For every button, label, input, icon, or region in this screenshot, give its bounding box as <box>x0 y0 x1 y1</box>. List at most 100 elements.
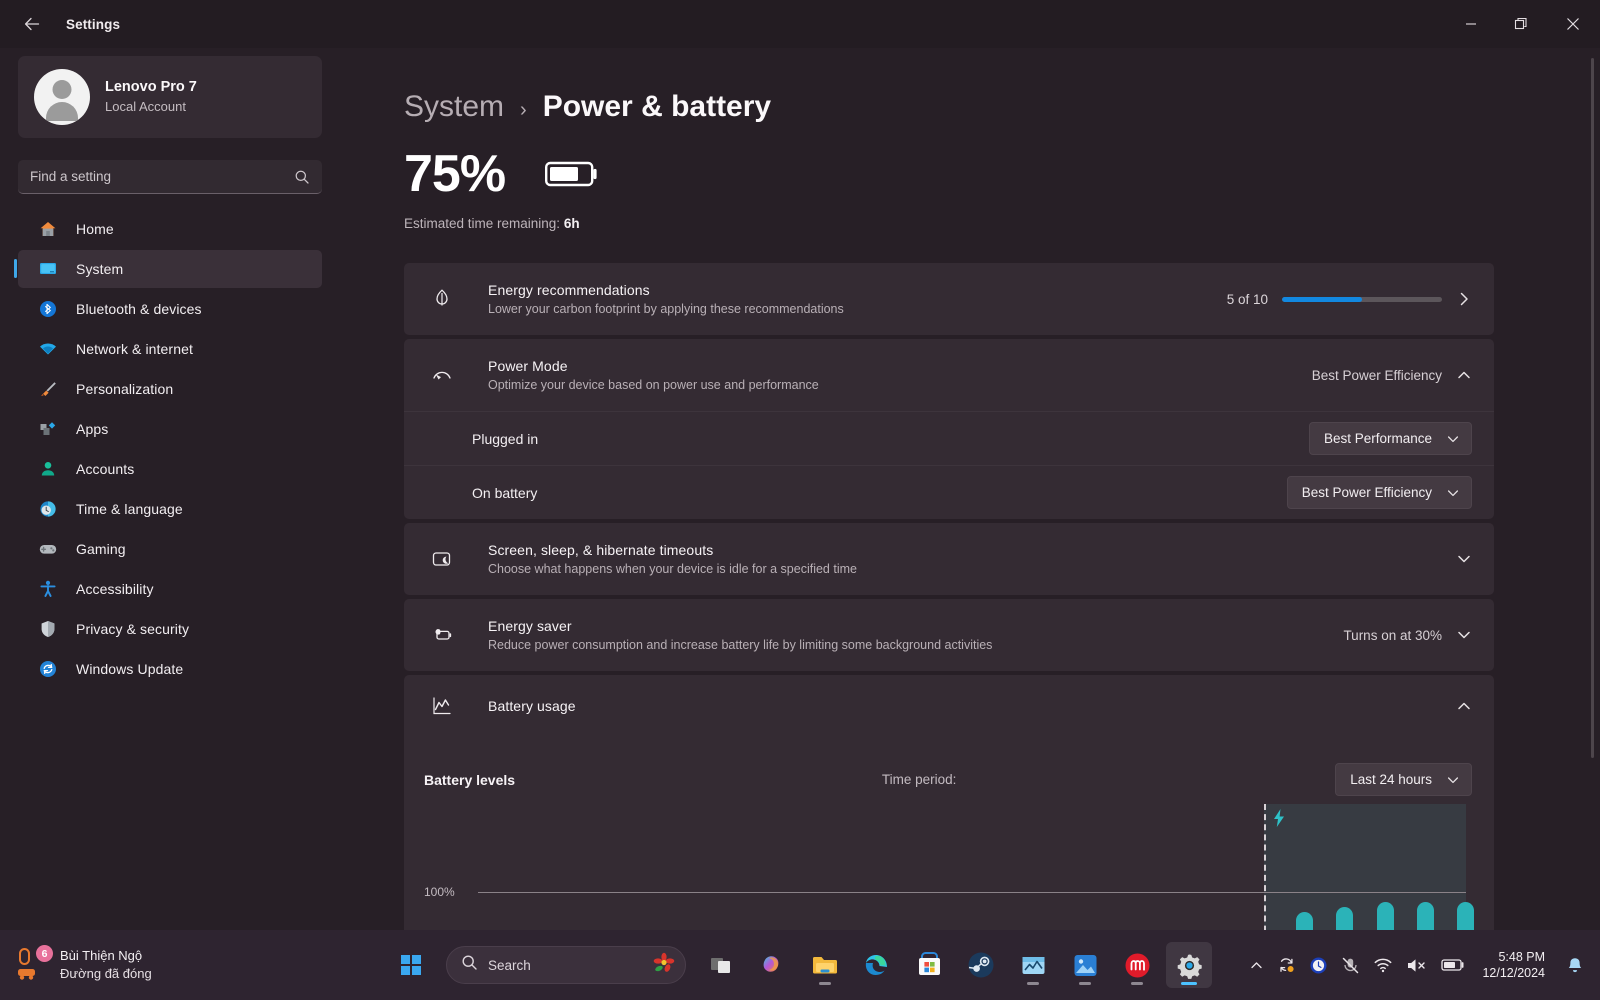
wifi-icon[interactable] <box>1373 955 1393 975</box>
sidebar-item-bluetooth[interactable]: Bluetooth & devices <box>18 290 322 328</box>
sidebar-item-privacy-security[interactable]: Privacy & security <box>18 610 322 648</box>
row-label: On battery <box>472 484 538 501</box>
show-hidden-icons-chevron[interactable] <box>1249 958 1264 973</box>
chart-bars <box>478 842 1475 930</box>
taskbar-widget[interactable]: 6 Bùi Thiện Ngộ Đường đã đóng <box>0 945 420 983</box>
sidebar-item-apps[interactable]: Apps <box>18 410 322 448</box>
sidebar-item-label: Gaming <box>76 541 126 557</box>
row-label: Plugged in <box>472 430 539 447</box>
notification-bell-icon[interactable] <box>1566 956 1584 975</box>
active-indicator <box>1181 982 1197 985</box>
recommendations-progress-bar <box>1282 296 1442 302</box>
running-indicator <box>1027 982 1039 985</box>
file-explorer-icon[interactable] <box>802 942 848 988</box>
card-screen-sleep-timeouts[interactable]: Screen, sleep, & hibernate timeouts Choo… <box>404 523 1494 595</box>
clock-globe-icon <box>37 498 59 520</box>
screen-sleep-icon <box>424 547 460 571</box>
sidebar-search[interactable] <box>18 160 322 194</box>
system-monitor-icon <box>37 258 59 280</box>
tray-date: 12/12/2024 <box>1482 966 1545 980</box>
copilot-icon[interactable] <box>750 942 796 988</box>
red-app-icon[interactable] <box>1114 942 1160 988</box>
sidebar-item-personalization[interactable]: Personalization <box>18 370 322 408</box>
widget-line-2: Đường đã đóng <box>60 966 152 981</box>
chevron-down-icon <box>1446 486 1460 500</box>
plugged-in-dropdown[interactable]: Best Performance <box>1308 422 1472 455</box>
card-battery-usage[interactable]: Battery usage Battery levels Time period… <box>404 675 1494 930</box>
dropdown-value: Last 24 hours <box>1350 772 1432 787</box>
breadcrumb-parent[interactable]: System <box>404 90 504 124</box>
search-icon <box>294 169 310 185</box>
charts-app-icon[interactable] <box>1010 942 1056 988</box>
time-period-dropdown[interactable]: Last 24 hours <box>1335 763 1472 796</box>
running-indicator <box>1131 982 1143 985</box>
minimize-button[interactable] <box>1446 0 1496 48</box>
sidebar-item-home[interactable]: Home <box>18 210 322 248</box>
windows-start-icon[interactable] <box>388 942 434 988</box>
home-icon <box>37 218 59 240</box>
running-indicator <box>819 982 831 985</box>
microsoft-store-icon[interactable] <box>906 942 952 988</box>
on-battery-dropdown[interactable]: Best Power Efficiency <box>1286 476 1472 509</box>
clock-area[interactable]: 5:48 PM 12/12/2024 <box>1482 949 1545 982</box>
card-title: Power Mode <box>488 358 568 374</box>
edge-browser-icon[interactable] <box>854 942 900 988</box>
card-subtitle: Choose what happens when your device is … <box>488 562 857 576</box>
chevron-down-icon[interactable] <box>1456 627 1472 643</box>
traffic-widget-icon: 6 <box>16 945 53 983</box>
settings-window: Settings Lenovo Pro 7 Local Account Find… <box>0 0 1600 930</box>
running-indicator <box>1079 982 1091 985</box>
sidebar-item-time-language[interactable]: Time & language <box>18 490 322 528</box>
close-button[interactable] <box>1546 0 1600 48</box>
time-period-label: Time period: <box>881 772 957 787</box>
battery-75-icon <box>545 157 601 191</box>
sidebar-item-label: Network & internet <box>76 341 193 357</box>
sidebar-item-accessibility[interactable]: Accessibility <box>18 570 322 608</box>
search-icon <box>461 954 478 976</box>
accessibility-icon <box>37 578 59 600</box>
card-title: Screen, sleep, & hibernate timeouts <box>488 542 714 558</box>
chevron-down-icon[interactable] <box>1456 551 1472 567</box>
card-power-mode[interactable]: Power Mode Optimize your device based on… <box>404 339 1494 519</box>
battery-leaf-icon <box>424 623 460 647</box>
chart-bar <box>1417 902 1435 930</box>
microphone-muted-icon[interactable] <box>1341 956 1360 975</box>
back-button[interactable] <box>12 8 52 40</box>
sidebar-item-gaming[interactable]: Gaming <box>18 530 322 568</box>
chevron-up-icon[interactable] <box>1456 367 1472 383</box>
card-energy-recommendations[interactable]: Energy recommendations Lower your carbon… <box>404 263 1494 335</box>
sidebar-item-system[interactable]: System <box>14 250 322 288</box>
breadcrumb-separator: › <box>520 99 527 121</box>
photos-app-icon[interactable] <box>1062 942 1108 988</box>
onedrive-sync-icon[interactable] <box>1277 956 1296 975</box>
sidebar-item-label: System <box>76 261 124 277</box>
steam-icon[interactable] <box>958 942 1004 988</box>
battery-icon[interactable] <box>1441 957 1465 973</box>
card-subtitle: Lower your carbon footprint by applying … <box>488 302 844 316</box>
energy-saver-value: Turns on at 30% <box>1343 627 1442 643</box>
sidebar-item-network[interactable]: Network & internet <box>18 330 322 368</box>
settings-cards: Energy recommendations Lower your carbon… <box>404 263 1494 930</box>
clock-icon[interactable] <box>1309 956 1328 975</box>
chevron-right-icon[interactable] <box>1456 291 1472 307</box>
sidebar-item-windows-update[interactable]: Windows Update <box>18 650 322 688</box>
card-energy-saver[interactable]: Energy saver Reduce power consumption an… <box>404 599 1494 671</box>
task-view-icon[interactable] <box>698 942 744 988</box>
battery-percent: 75% <box>404 145 506 203</box>
taskbar-search[interactable]: Search <box>446 946 686 984</box>
chevron-up-icon[interactable] <box>1456 698 1472 714</box>
apps-icon <box>37 418 59 440</box>
main-scrollbar[interactable] <box>1591 58 1594 758</box>
estimated-time-row: Estimated time remaining: 6h <box>404 216 1600 231</box>
speaker-muted-icon[interactable] <box>1406 956 1428 975</box>
main-content: System › Power & battery 75% Estimated t… <box>340 48 1600 930</box>
paintbrush-icon <box>37 378 59 400</box>
sidebar-item-accounts[interactable]: Accounts <box>18 450 322 488</box>
window-controls <box>1446 0 1600 48</box>
speedometer-icon <box>424 363 460 387</box>
search-input[interactable] <box>30 169 294 184</box>
restore-button[interactable] <box>1496 0 1546 48</box>
account-card[interactable]: Lenovo Pro 7 Local Account <box>18 56 322 138</box>
settings-gear-icon[interactable] <box>1166 942 1212 988</box>
chart-plot <box>478 804 1475 930</box>
